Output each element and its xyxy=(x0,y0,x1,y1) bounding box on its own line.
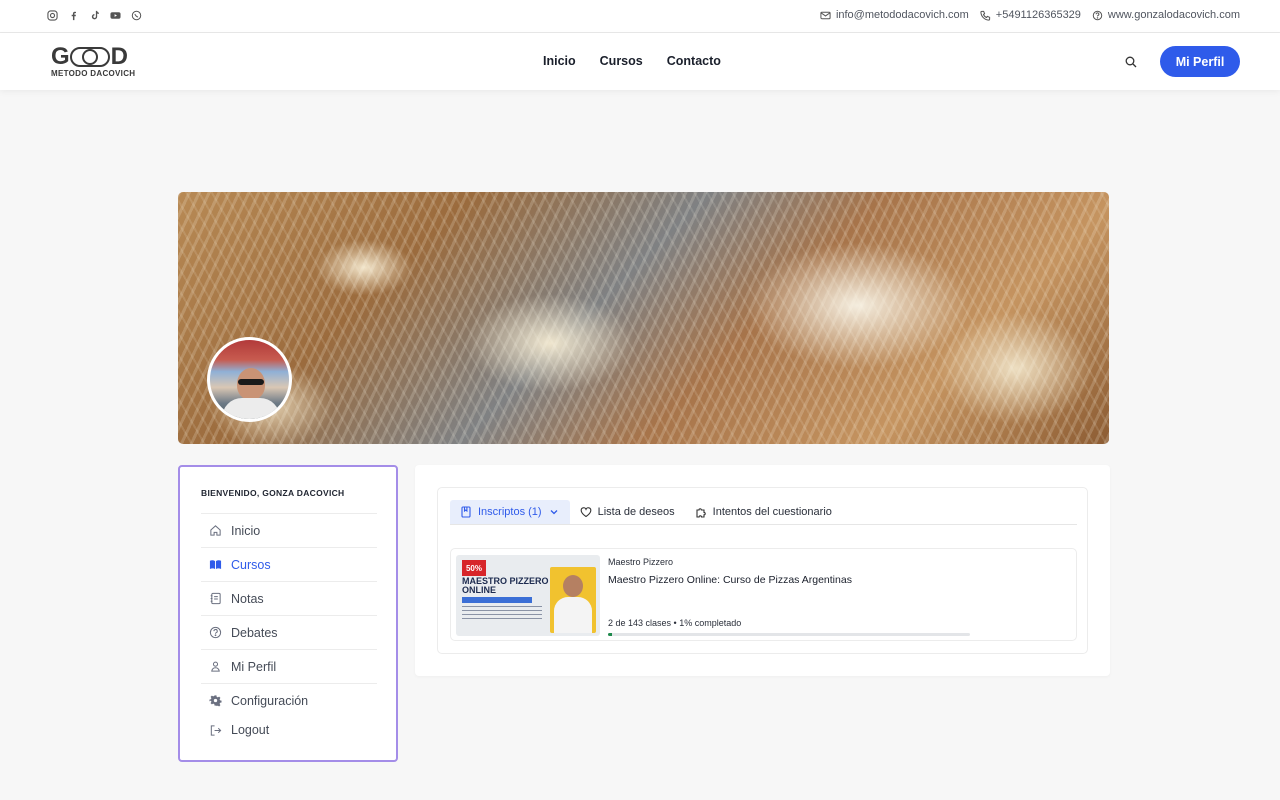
puzzle-icon xyxy=(696,508,706,518)
course-item[interactable]: 50% MAESTRO PIZZERO ONLINE Maestro Pizze… xyxy=(450,548,1077,641)
sidebar-item-label: Debates xyxy=(231,625,278,640)
course-progress-bar xyxy=(608,633,970,636)
gear-icon xyxy=(209,695,222,707)
sidebar-item-label: Mi Perfil xyxy=(231,659,277,674)
email-contact[interactable]: info@metododacovich.com xyxy=(820,9,969,21)
mi-perfil-button[interactable]: Mi Perfil xyxy=(1160,46,1240,77)
logo-subtitle: METODO DACOVICH xyxy=(51,69,136,78)
whatsapp-icon[interactable] xyxy=(130,9,142,21)
tab-lista-de-deseos[interactable]: Lista de deseos xyxy=(570,500,685,524)
course-title[interactable]: Maestro Pizzero Online: Curso de Pizzas … xyxy=(608,574,852,586)
course-category: Maestro Pizzero xyxy=(608,557,674,567)
top-bar: info@metododacovich.com +5491126365329 w… xyxy=(0,0,1280,33)
course-thumbnail[interactable]: 50% MAESTRO PIZZERO ONLINE xyxy=(456,555,600,636)
pizza-logo-icon xyxy=(69,47,110,67)
sidebar-item-cursos[interactable]: Cursos xyxy=(201,547,377,581)
tab-inscriptos[interactable]: Inscriptos (1) xyxy=(450,500,570,524)
phone-contact[interactable]: +5491126365329 xyxy=(980,9,1081,21)
logo[interactable]: GD METODO DACOVICH xyxy=(51,43,137,80)
heart-icon xyxy=(580,507,591,518)
search-icon xyxy=(1125,56,1137,68)
nav-cursos[interactable]: Cursos xyxy=(600,54,643,68)
sidebar-item-debates[interactable]: Debates xyxy=(201,615,377,649)
globe-icon xyxy=(1092,10,1103,20)
sidebar-item-label: Notas xyxy=(231,591,264,606)
mail-icon xyxy=(820,11,831,19)
site-header: GD METODO DACOVICH Inicio Cursos Contact… xyxy=(0,33,1280,90)
sidebar-item-configuracion[interactable]: Configuración xyxy=(201,683,377,717)
nav-contacto[interactable]: Contacto xyxy=(667,54,721,68)
sidebar-item-inicio[interactable]: Inicio xyxy=(201,513,377,547)
youtube-icon[interactable] xyxy=(109,9,121,21)
dashboard-sidebar: BIENVENIDO, GONZA DACOVICH Inicio Cursos… xyxy=(178,465,398,762)
sidebar-item-label: Logout xyxy=(231,723,270,737)
courses-card: Inscriptos (1) Lista de deseos Intentos … xyxy=(437,487,1088,654)
sidebar-menu: Inicio Cursos Notas Debates Mi Perfil Co… xyxy=(201,513,377,739)
sidebar-item-label: Configuración xyxy=(231,693,309,708)
social-links xyxy=(46,9,142,21)
phone-text: +5491126365329 xyxy=(995,9,1081,21)
thumbnail-title: MAESTRO PIZZERO ONLINE xyxy=(462,576,549,595)
cover-image xyxy=(178,192,1109,444)
question-icon xyxy=(209,626,222,639)
discount-badge: 50% xyxy=(462,560,486,576)
instagram-icon[interactable] xyxy=(46,9,58,21)
tab-label: Intentos del cuestionario xyxy=(712,506,832,518)
search-button[interactable] xyxy=(1124,55,1138,69)
contact-info: info@metododacovich.com +5491126365329 w… xyxy=(820,9,1240,21)
book-open-icon xyxy=(209,560,222,570)
home-icon xyxy=(210,525,221,536)
tab-intentos-cuestionario[interactable]: Intentos del cuestionario xyxy=(685,500,842,524)
email-text: info@metododacovich.com xyxy=(835,9,969,21)
logout-icon xyxy=(210,724,222,736)
website-contact[interactable]: www.gonzalodacovich.com xyxy=(1092,9,1240,21)
website-text: www.gonzalodacovich.com xyxy=(1107,9,1240,21)
progress-fill xyxy=(608,633,612,636)
tiktok-icon[interactable] xyxy=(88,9,100,21)
main-nav: Inicio Cursos Contacto xyxy=(543,54,721,68)
phone-icon xyxy=(980,10,990,21)
sidebar-item-mi-perfil[interactable]: Mi Perfil xyxy=(201,649,377,683)
chevron-down-icon xyxy=(550,510,558,515)
bookmark-icon xyxy=(461,506,471,518)
tab-label: Inscriptos (1) xyxy=(478,506,542,518)
avatar[interactable] xyxy=(207,337,292,422)
sidebar-item-label: Cursos xyxy=(231,557,271,572)
notes-icon xyxy=(210,592,221,605)
sidebar-item-label: Inicio xyxy=(231,523,261,538)
courses-panel: Inscriptos (1) Lista de deseos Intentos … xyxy=(415,465,1110,676)
instructor-photo xyxy=(550,567,596,633)
course-tabs: Inscriptos (1) Lista de deseos Intentos … xyxy=(450,500,1077,525)
user-icon xyxy=(211,661,220,672)
nav-inicio[interactable]: Inicio xyxy=(543,54,576,68)
sidebar-item-logout[interactable]: Logout xyxy=(201,721,377,739)
logo-mark: GD xyxy=(51,43,128,70)
course-progress-text: 2 de 143 clases • 1% completado xyxy=(608,618,742,628)
welcome-text: BIENVENIDO, GONZA DACOVICH xyxy=(201,488,345,498)
tab-label: Lista de deseos xyxy=(597,506,675,518)
facebook-icon[interactable] xyxy=(67,9,79,21)
sidebar-item-notas[interactable]: Notas xyxy=(201,581,377,615)
